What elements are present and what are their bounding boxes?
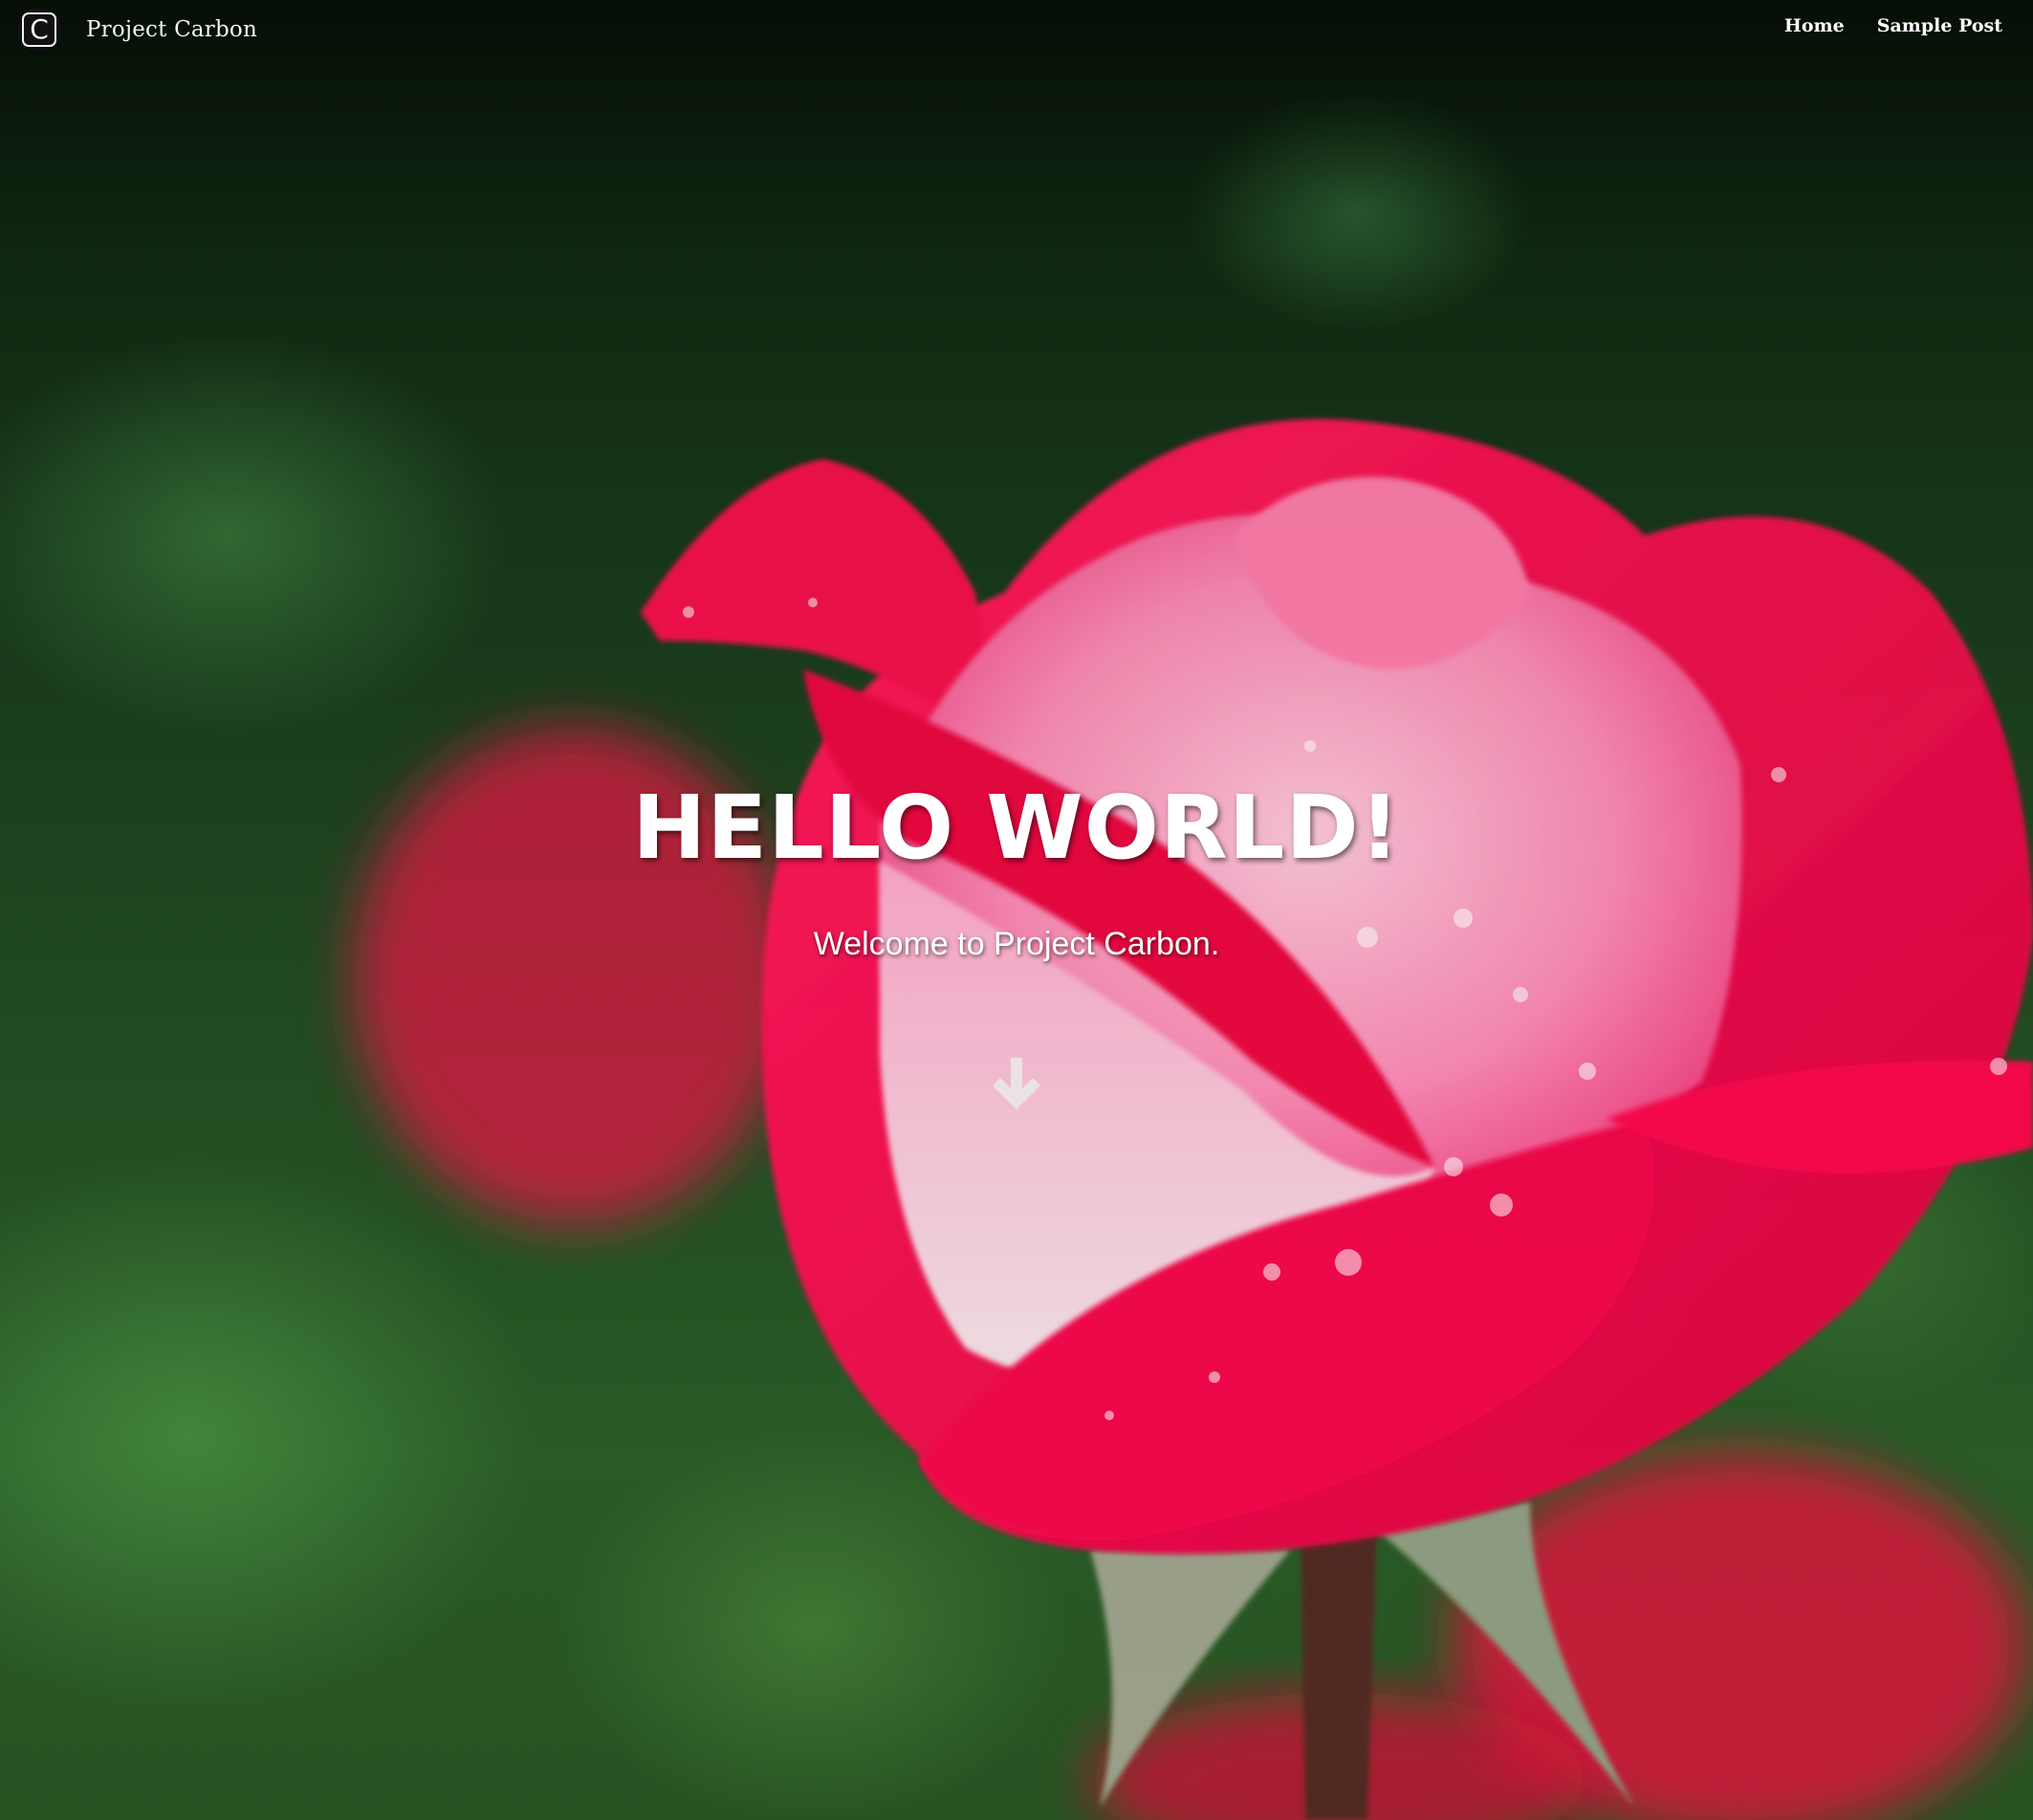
hero-subtitle: Welcome to Project Carbon. <box>813 926 1220 962</box>
site-logo-icon: C <box>17 8 61 52</box>
site-logo-letter: C <box>22 12 56 47</box>
page: C Project Carbon Home Sample Post HELLO … <box>0 0 2033 1820</box>
main-nav: Home Sample Post <box>1784 15 2002 36</box>
top-shade <box>0 0 2033 1820</box>
nav-link-sample-post[interactable]: Sample Post <box>1877 15 2002 36</box>
site-title: Project Carbon <box>86 17 257 42</box>
hero-title: HELLO WORLD! <box>632 777 1401 879</box>
top-navigation-bar: C Project Carbon Home Sample Post <box>0 0 2033 57</box>
nav-link-home[interactable]: Home <box>1784 15 1845 36</box>
arrow-down-icon[interactable] <box>992 1054 1041 1111</box>
site-brand-link[interactable]: C Project Carbon <box>17 8 257 52</box>
